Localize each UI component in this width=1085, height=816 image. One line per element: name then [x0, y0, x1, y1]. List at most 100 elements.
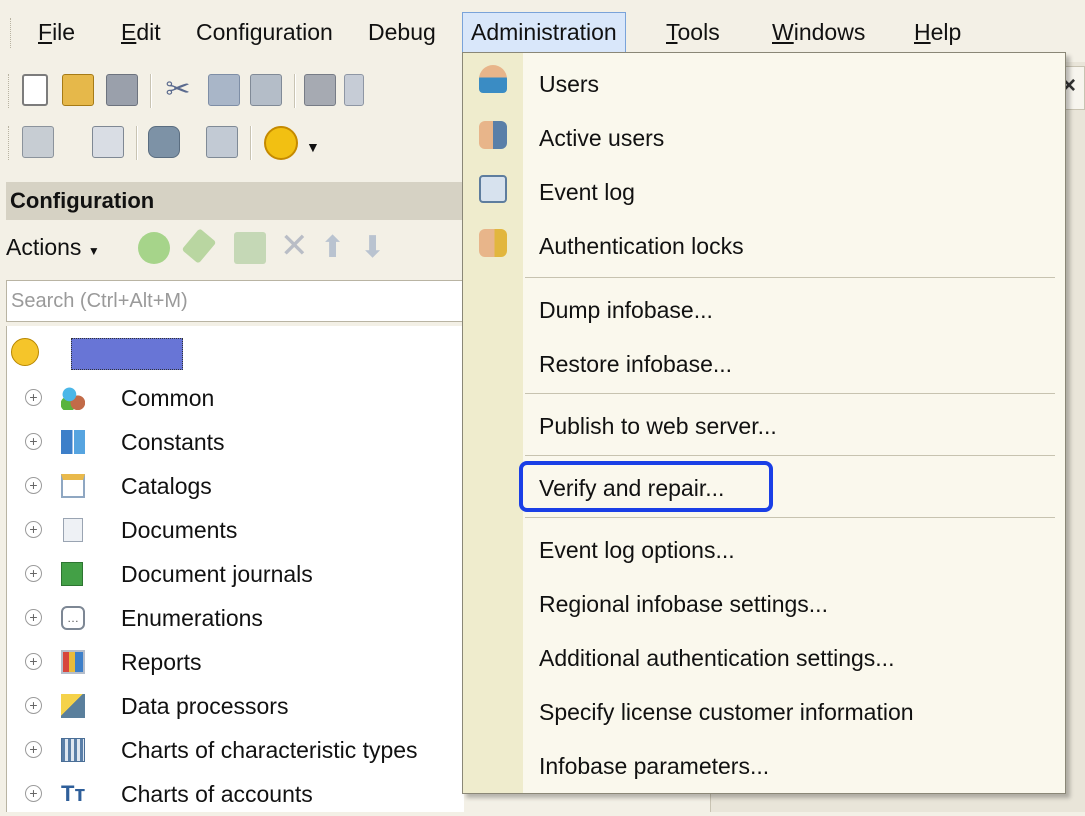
menu-item-infobase-parameters[interactable]: Infobase parameters... — [539, 751, 769, 781]
catalogs-icon — [61, 474, 85, 498]
expand-icon[interactable]: + — [25, 741, 42, 758]
expand-icon[interactable]: + — [25, 433, 42, 450]
menu-item-authentication-locks[interactable]: Authentication locks — [539, 231, 744, 261]
tree-item-constants[interactable]: + Constants — [7, 420, 465, 464]
documents-icon — [63, 518, 83, 542]
tree-item-charts-of-characteristic-types[interactable]: + Charts of characteristic types — [7, 728, 465, 772]
expand-icon[interactable]: + — [25, 697, 42, 714]
constants-icon — [61, 430, 85, 454]
enumerations-icon: … — [61, 606, 85, 630]
tree-item-label: Charts of accounts — [121, 781, 313, 807]
print-icon[interactable] — [304, 74, 336, 106]
menu-item-dump-infobase[interactable]: Dump infobase... — [539, 295, 713, 325]
menu-item-event-log-options[interactable]: Event log options... — [539, 535, 735, 565]
configuration-panel-title: Configuration — [6, 182, 464, 220]
expand-icon[interactable]: + — [25, 477, 42, 494]
save-icon[interactable] — [106, 74, 138, 106]
actions-label: Actions — [6, 234, 82, 260]
menu-separator — [525, 517, 1055, 518]
menu-debug[interactable]: Debug — [360, 12, 444, 52]
root-name-selection[interactable] — [71, 338, 183, 370]
menu-file[interactable]: File — [30, 12, 83, 52]
paste-icon[interactable] — [250, 74, 282, 106]
active-users-icon — [479, 121, 507, 149]
menu-help[interactable]: Help — [906, 12, 969, 52]
menu-item-event-log[interactable]: Event log — [539, 177, 635, 207]
open-folder-icon[interactable] — [62, 74, 94, 106]
menu-item-active-users[interactable]: Active users — [539, 123, 664, 153]
menu-icon-column — [463, 53, 523, 793]
standard-toolbar: ✂ — [0, 66, 462, 116]
menu-separator — [525, 393, 1055, 394]
actions-toolbar: Actions ▼ ✕ ⬆ ⬇ — [6, 224, 464, 274]
delete-icon[interactable]: ✕ — [280, 228, 312, 264]
toolbar-separator — [136, 126, 138, 160]
tree-item-document-journals[interactable]: + Document journals — [7, 552, 465, 596]
expand-icon[interactable]: + — [25, 653, 42, 670]
event-log-icon — [479, 175, 507, 203]
menubar-grip — [10, 18, 14, 48]
toolbar-separator — [250, 126, 252, 160]
highlight-box — [519, 461, 773, 512]
menu-item-additional-authentication-settings[interactable]: Additional authentication settings... — [539, 643, 894, 673]
tree-item-catalogs[interactable]: + Catalogs — [7, 464, 465, 508]
configuration-root-icon — [11, 338, 39, 366]
expand-icon[interactable]: + — [25, 389, 42, 406]
menu-item-publish-to-web-server[interactable]: Publish to web server... — [539, 411, 777, 441]
cut-icon[interactable]: ✂ — [162, 74, 194, 106]
menu-edit[interactable]: Edit — [113, 12, 169, 52]
document-journals-icon — [61, 562, 83, 586]
menu-tools[interactable]: Tools — [658, 12, 728, 52]
toolbar-separator — [150, 74, 152, 108]
menu-item-specify-license-customer-information[interactable]: Specify license customer information — [539, 697, 914, 727]
data-processors-icon — [61, 694, 85, 718]
start-debugging-icon[interactable] — [264, 126, 298, 160]
tree-item-label: Data processors — [121, 693, 289, 719]
form-editor-icon[interactable] — [92, 126, 124, 158]
edit-icon[interactable] — [181, 228, 217, 264]
users-icon — [479, 65, 507, 93]
menu-separator — [525, 455, 1055, 456]
tree-item-label: Catalogs — [121, 473, 212, 499]
actions-menu-button[interactable]: Actions ▼ — [6, 234, 100, 261]
new-file-icon[interactable] — [22, 74, 48, 106]
copy-item-icon[interactable] — [234, 232, 266, 264]
expand-icon[interactable]: + — [25, 521, 42, 538]
expand-icon[interactable]: + — [25, 785, 42, 802]
tree-item-enumerations[interactable]: + … Enumerations — [7, 596, 465, 640]
tree-item-common[interactable]: + Common — [7, 376, 465, 420]
menu-item-restore-infobase[interactable]: Restore infobase... — [539, 349, 732, 379]
move-up-icon[interactable]: ⬆ — [320, 230, 352, 264]
menu-configuration[interactable]: Configuration — [188, 12, 341, 52]
menu-item-users[interactable]: Users — [539, 69, 599, 99]
menu-administration[interactable]: Administration — [462, 12, 626, 54]
module-icon[interactable] — [22, 126, 54, 158]
menu-windows[interactable]: Windows — [764, 12, 873, 52]
expand-icon[interactable]: + — [25, 565, 42, 582]
expand-icon[interactable]: + — [25, 609, 42, 626]
tree-root-row[interactable] — [7, 332, 465, 376]
authentication-locks-icon — [479, 229, 507, 257]
chevron-down-icon: ▼ — [87, 244, 100, 258]
chevron-down-icon[interactable]: ▼ — [306, 140, 320, 154]
add-icon[interactable] — [138, 232, 170, 264]
menu-separator — [525, 277, 1055, 278]
toolbar-grip — [8, 74, 12, 108]
tree-item-label: Reports — [121, 649, 202, 675]
tree-item-label: Constants — [121, 429, 225, 455]
configuration-toolbar: ▼ — [0, 118, 462, 168]
table-icon[interactable] — [206, 126, 238, 158]
copy-icon[interactable] — [208, 74, 240, 106]
tree-item-data-processors[interactable]: + Data processors — [7, 684, 465, 728]
menu-item-regional-infobase-settings[interactable]: Regional infobase settings... — [539, 589, 828, 619]
database-icon[interactable] — [148, 126, 180, 158]
tree-item-documents[interactable]: + Documents — [7, 508, 465, 552]
search-input[interactable]: Search (Ctrl+Alt+M) — [6, 280, 464, 322]
tree-item-reports[interactable]: + Reports — [7, 640, 465, 684]
tree-item-label: Enumerations — [121, 605, 263, 631]
move-down-icon[interactable]: ⬇ — [360, 230, 392, 264]
print-preview-icon[interactable] — [344, 74, 364, 106]
configuration-tree: + Common + Constants + Catalogs + Docume… — [6, 326, 464, 812]
administration-menu: Users Active users Event log Authenticat… — [462, 52, 1066, 794]
tree-item-charts-of-accounts[interactable]: + Tт Charts of accounts — [7, 772, 465, 816]
